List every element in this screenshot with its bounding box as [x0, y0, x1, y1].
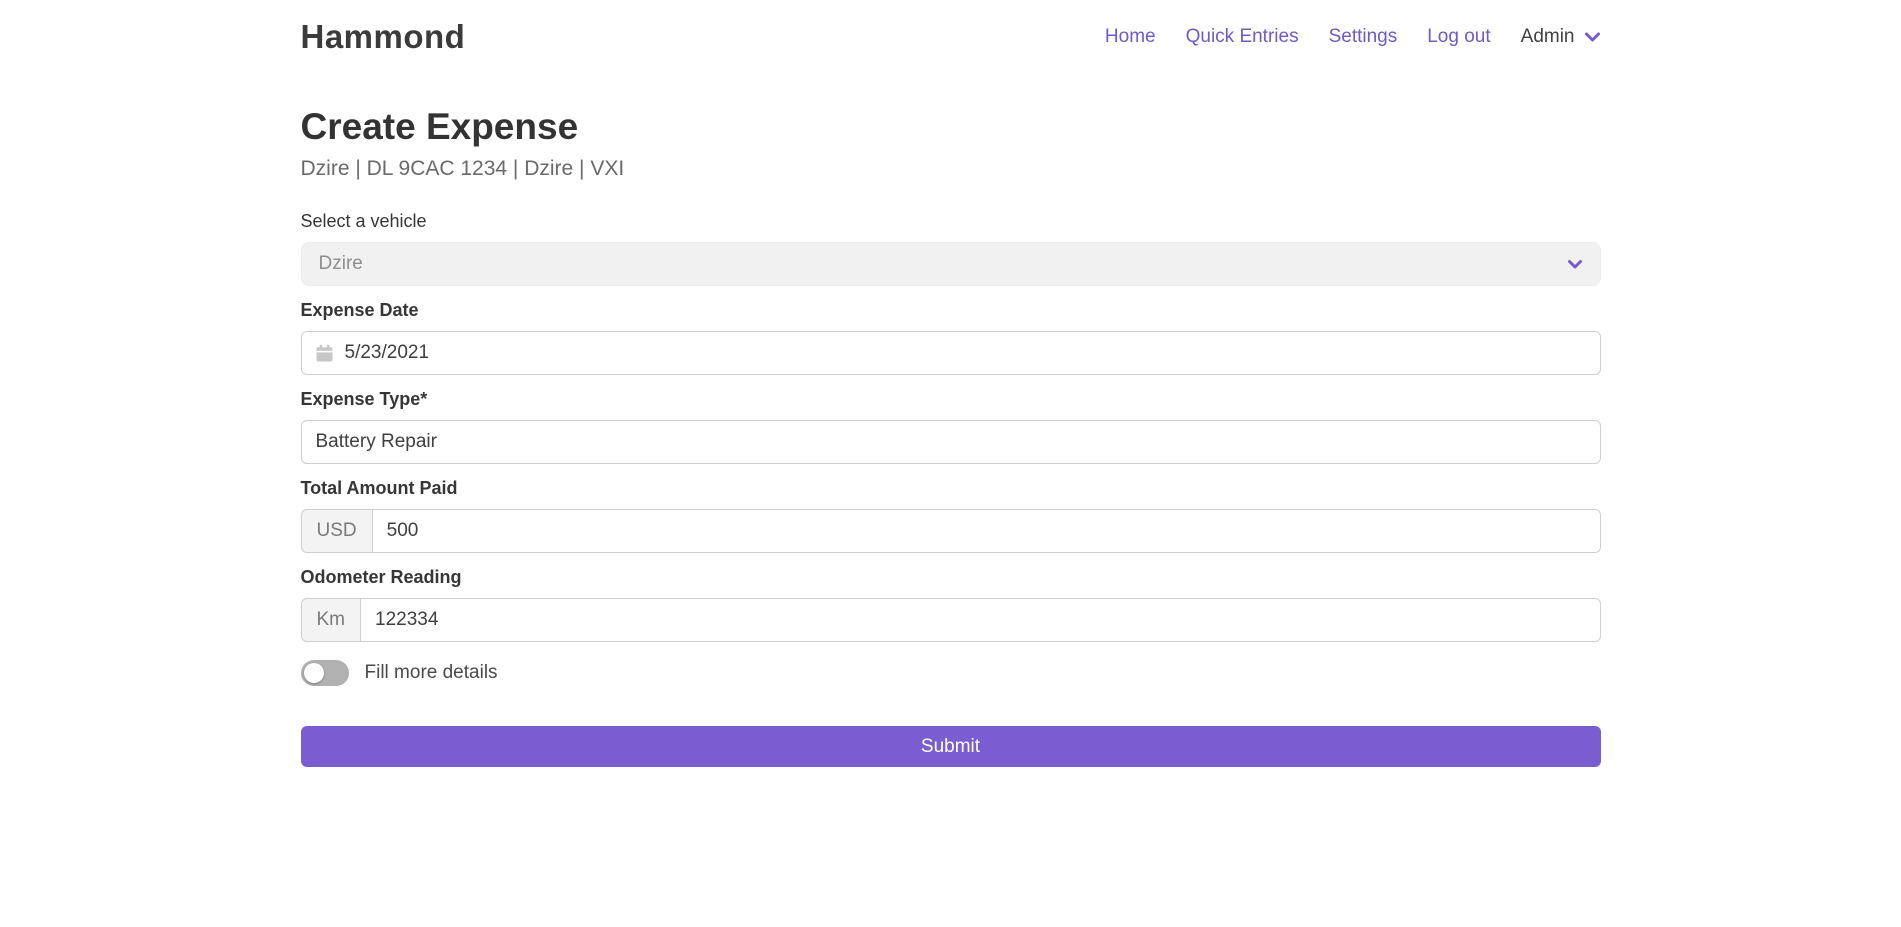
chevron-down-icon — [1584, 31, 1601, 43]
vehicle-select-value: Dzire — [319, 253, 1567, 275]
create-expense-form: Select a vehicle Dzire Expense Date — [301, 211, 1601, 767]
main-nav: Home Quick Entries Settings Log out Admi… — [1105, 26, 1601, 48]
user-menu[interactable]: Admin — [1521, 26, 1601, 48]
total-amount-input-group: USD — [301, 509, 1601, 553]
page-subtitle: Dzire | DL 9CAC 1234 | Dzire | VXI — [301, 157, 1601, 181]
expense-type-field: Expense Type* — [301, 389, 1601, 464]
total-amount-label: Total Amount Paid — [301, 478, 1601, 499]
user-menu-label: Admin — [1521, 26, 1575, 48]
fill-more-details-toggle[interactable] — [301, 660, 349, 686]
chevron-down-icon — [1567, 259, 1583, 270]
total-amount-input[interactable] — [372, 509, 1601, 553]
expense-date-field: Expense Date — [301, 300, 1601, 375]
calendar-icon — [315, 344, 334, 363]
odometer-field: Odometer Reading Km — [301, 567, 1601, 642]
expense-date-label: Expense Date — [301, 300, 1601, 321]
odometer-input-group: Km — [301, 598, 1601, 642]
total-amount-field: Total Amount Paid USD — [301, 478, 1601, 553]
nav-link-home[interactable]: Home — [1105, 26, 1156, 48]
currency-prefix: USD — [301, 509, 372, 553]
header: Hammond Home Quick Entries Settings Log … — [0, 0, 1901, 56]
toggle-knob — [304, 663, 324, 683]
vehicle-field: Select a vehicle Dzire — [301, 211, 1601, 286]
expense-type-label: Expense Type* — [301, 389, 1601, 410]
page-title: Create Expense — [301, 106, 1601, 148]
vehicle-select[interactable]: Dzire — [301, 242, 1601, 286]
odometer-label: Odometer Reading — [301, 567, 1601, 588]
odometer-unit-prefix: Km — [301, 598, 361, 642]
odometer-input[interactable] — [360, 598, 1601, 642]
nav-link-logout[interactable]: Log out — [1427, 26, 1490, 48]
header-inner: Hammond Home Quick Entries Settings Log … — [301, 18, 1601, 56]
nav-link-settings[interactable]: Settings — [1329, 26, 1398, 48]
main-content: Create Expense Dzire | DL 9CAC 1234 | Dz… — [0, 56, 1901, 767]
expense-date-input[interactable] — [334, 332, 1600, 374]
app-logo[interactable]: Hammond — [301, 18, 466, 56]
submit-button[interactable]: Submit — [301, 726, 1601, 767]
expense-type-input[interactable] — [301, 420, 1601, 464]
fill-more-details-row: Fill more details — [301, 660, 1601, 686]
fill-more-details-label: Fill more details — [365, 662, 498, 684]
nav-link-quick-entries[interactable]: Quick Entries — [1186, 26, 1299, 48]
vehicle-label: Select a vehicle — [301, 211, 1601, 232]
expense-date-input-wrapper[interactable] — [301, 331, 1601, 375]
